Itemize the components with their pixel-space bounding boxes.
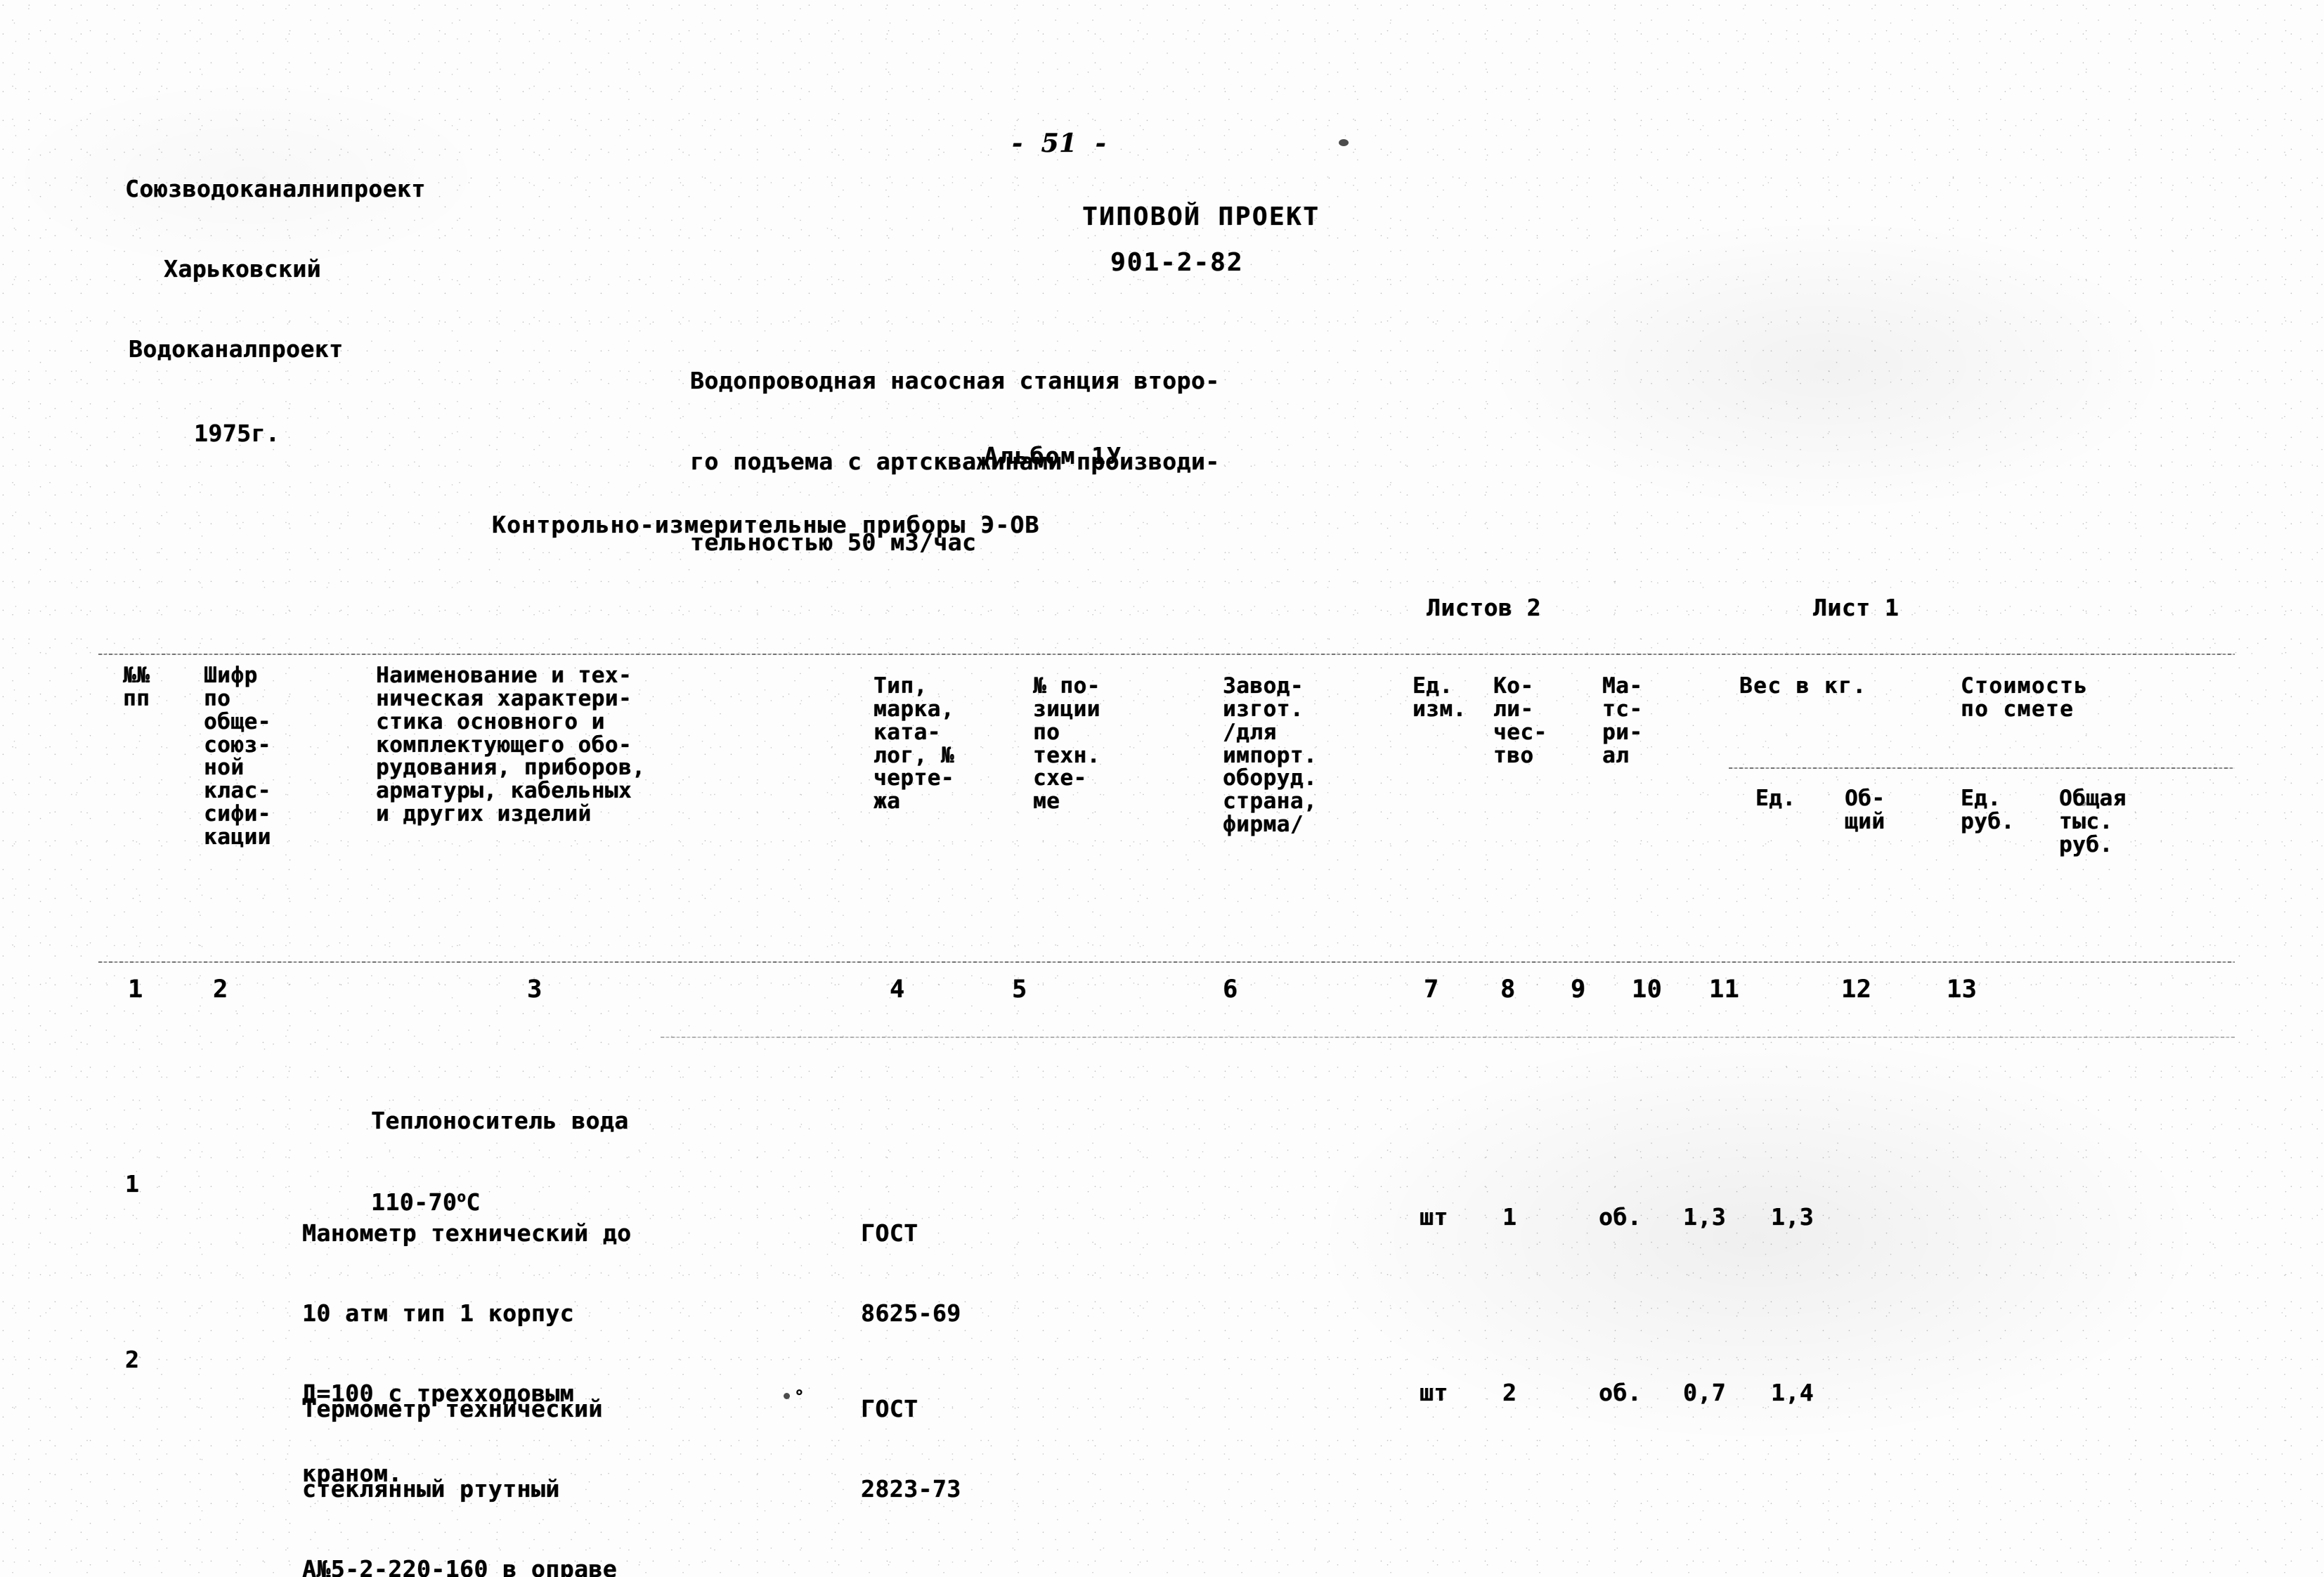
table-header-cost-group: Стоимость по смете bbox=[1961, 673, 2089, 722]
page-number: - 51 - bbox=[1012, 129, 1107, 158]
table-header-cost-total: Общая тыс. руб. bbox=[2059, 786, 2127, 857]
column-numbers-rule bbox=[98, 961, 2235, 963]
table-header-type: Тип, марка, ката- лог, № черте- жа bbox=[874, 673, 954, 815]
table-header-name: Наименование и тех- ническая характери- … bbox=[376, 663, 646, 827]
sheet-current-label: Лист 1 bbox=[1813, 594, 1900, 621]
row-2-material: об. bbox=[1599, 1379, 1642, 1406]
scanned-document-page: Союзводоканалнипроект Харьковский Водока… bbox=[0, 0, 2324, 1577]
column-number-12: 12 bbox=[1841, 975, 1872, 1004]
row-1-name-line-1: Манометр технический до bbox=[302, 1219, 632, 1247]
row-1-weight-total: 1,3 bbox=[1771, 1203, 1815, 1231]
column-number-4: 4 bbox=[890, 975, 905, 1004]
organization-line-3: Водоканалпроект bbox=[129, 335, 344, 363]
project-description-line-2: го подъема с артскважинами производи- bbox=[690, 447, 1220, 475]
organization-line-1: Союзводоканалнипроект bbox=[125, 174, 426, 202]
row-2-weight-unit: 0,7 bbox=[1683, 1379, 1727, 1406]
table-header-weight-total: Об- щий bbox=[1845, 786, 1885, 834]
column-number-7: 7 bbox=[1424, 975, 1439, 1004]
table-header-top-rule bbox=[98, 654, 2235, 655]
table-header-factory: Завод- изгот. /для импорт. оборуд. стран… bbox=[1223, 673, 1318, 838]
column-number-11: 11 bbox=[1709, 975, 1740, 1004]
table-header-unit: Ед. изм. bbox=[1413, 673, 1467, 722]
row-1-type-line-1: ГОСТ bbox=[861, 1219, 918, 1247]
row-1-type-line-2: 8625-69 bbox=[861, 1299, 961, 1327]
ink-blot bbox=[1339, 139, 1349, 146]
table-header-code: Шифр по обще- союз- ной клас- сифи- каци… bbox=[204, 663, 271, 850]
group-heading-line-1: Теплоноситель вода bbox=[371, 1106, 629, 1134]
table-header-num: №№ пп bbox=[123, 663, 150, 711]
project-description-line-1: Водопроводная насосная станция второ- bbox=[690, 366, 1220, 394]
row-2-type-line-1: ГОСТ bbox=[861, 1394, 918, 1422]
table-header-quantity: Ко- ли- чес- тво bbox=[1493, 673, 1547, 768]
column-number-10: 10 bbox=[1632, 975, 1663, 1004]
weight-cost-group-rule bbox=[1729, 767, 2235, 769]
organization-year: 1975г. bbox=[194, 419, 280, 447]
column-number-8: 8 bbox=[1500, 975, 1516, 1004]
sheets-total-label: Листов 2 bbox=[1427, 594, 1541, 621]
row-1-weight-unit: 1,3 bbox=[1683, 1203, 1727, 1231]
ink-blot bbox=[784, 1393, 790, 1399]
column-number-13: 13 bbox=[1947, 975, 1978, 1004]
table-row-name-2: Термометр технический стеклянный ртутный… bbox=[302, 1348, 617, 1577]
row-2-weight-total: 1,4 bbox=[1771, 1379, 1815, 1406]
table-row: 1 bbox=[125, 1170, 140, 1198]
project-type-title: ТИПОВОЙ ПРОЕКТ bbox=[1082, 202, 1320, 231]
row-1-material: об. bbox=[1599, 1203, 1642, 1231]
column-number-9: 9 bbox=[1571, 975, 1586, 1004]
row-2-type-line-2: 2823-73 bbox=[861, 1474, 961, 1503]
album-label: Альбом 1У bbox=[984, 442, 1122, 469]
table-header-cost-unit: Ед. руб. bbox=[1961, 786, 2015, 834]
table-row: 2 bbox=[125, 1346, 140, 1373]
row-1-quantity: 1 bbox=[1502, 1203, 1517, 1231]
project-code: 901-2-82 bbox=[1110, 248, 1244, 277]
column-number-3: 3 bbox=[527, 975, 543, 1004]
table-header-weight-unit: Ед. bbox=[1755, 786, 1796, 811]
row-1-unit: шт bbox=[1420, 1203, 1448, 1231]
section-label: Контрольно-измерительные приборы Э-ОВ bbox=[492, 511, 1040, 538]
column-numbers-bottom-rule bbox=[661, 1037, 2235, 1038]
column-number-2: 2 bbox=[213, 975, 228, 1004]
organization-block: Союзводоканалнипроект Харьковский Водока… bbox=[125, 128, 426, 502]
row-2-stray-mark: ° bbox=[794, 1387, 805, 1406]
row-2-name-line-1: Термометр технический bbox=[302, 1394, 603, 1422]
column-number-5: 5 bbox=[1012, 975, 1027, 1004]
table-header-material: Ма- тс- ри- ал bbox=[1602, 673, 1643, 768]
table-header-weight-group: Вес в кг. bbox=[1739, 673, 1867, 699]
ink-blot bbox=[2080, 801, 2086, 806]
table-row-type-2: ГОСТ 2823-73 bbox=[861, 1348, 961, 1557]
row-1-name-line-2: 10 атм тип 1 корпус bbox=[302, 1299, 574, 1327]
organization-line-2: Харьковский bbox=[164, 254, 322, 283]
table-header-position: № по- зиции по техн. схе- ме bbox=[1033, 673, 1101, 815]
row-2-name-line-2: стеклянный ртутный bbox=[302, 1474, 560, 1503]
column-number-6: 6 bbox=[1223, 975, 1238, 1004]
row-2-name-line-3: А№5-2-220-160 в оправе bbox=[302, 1555, 618, 1577]
row-2-unit: шт bbox=[1420, 1379, 1448, 1406]
row-2-quantity: 2 bbox=[1502, 1379, 1517, 1406]
project-description: Водопроводная насосная станция второ- го… bbox=[690, 320, 1220, 611]
column-number-1: 1 bbox=[128, 975, 143, 1004]
